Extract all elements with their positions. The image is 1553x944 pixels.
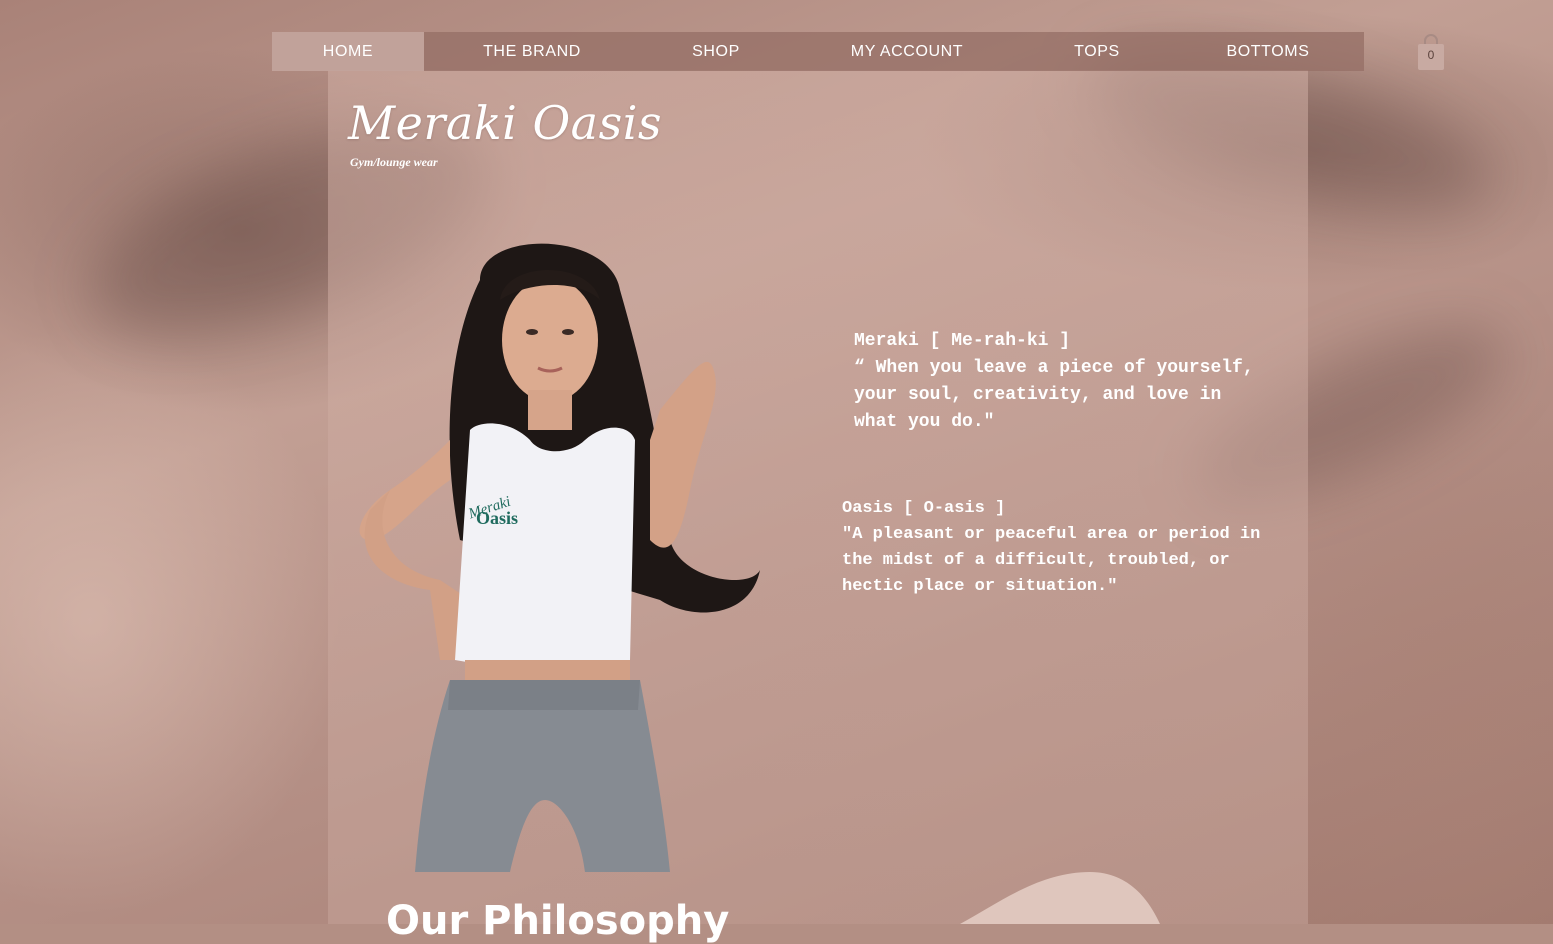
- definition-oasis: Oasis [ O-asis ] "A pleasant or peaceful…: [842, 496, 1302, 600]
- nav-item-my-account[interactable]: MY ACCOUNT: [792, 32, 1022, 71]
- definition-term: Oasis [ O-asis ]: [842, 499, 1006, 518]
- decorative-shape: [960, 872, 1160, 924]
- shirt-logo-bottom: Oasis: [476, 508, 518, 528]
- nav-item-the-brand[interactable]: THE BRAND: [424, 32, 640, 71]
- definition-text: “ When you leave a piece of yourself, yo…: [854, 358, 1254, 432]
- nav-item-tops[interactable]: TOPS: [1022, 32, 1172, 71]
- nav-item-shop[interactable]: SHOP: [640, 32, 792, 71]
- definition-text: "A pleasant or peaceful area or period i…: [842, 525, 1261, 596]
- brand-logo[interactable]: Meraki Oasis: [348, 96, 662, 150]
- hero-model-image: Meraki Oasis: [359, 243, 760, 872]
- brand-tagline: Gym/lounge wear: [350, 155, 438, 169]
- nav-item-home[interactable]: HOME: [272, 32, 424, 71]
- nav-item-bottoms[interactable]: BOTTOMS: [1172, 32, 1364, 71]
- definition-meraki: Meraki [ Me-rah-ki ] “ When you leave a …: [854, 328, 1294, 436]
- cart-count: 0: [1427, 48, 1435, 62]
- philosophy-heading: Our Philosophy: [386, 898, 730, 944]
- main-navigation: HOME THE BRAND SHOP MY ACCOUNT TOPS BOTT…: [272, 32, 1364, 71]
- definition-term: Meraki [ Me-rah-ki ]: [854, 331, 1071, 351]
- cart-button[interactable]: 0: [1417, 34, 1445, 70]
